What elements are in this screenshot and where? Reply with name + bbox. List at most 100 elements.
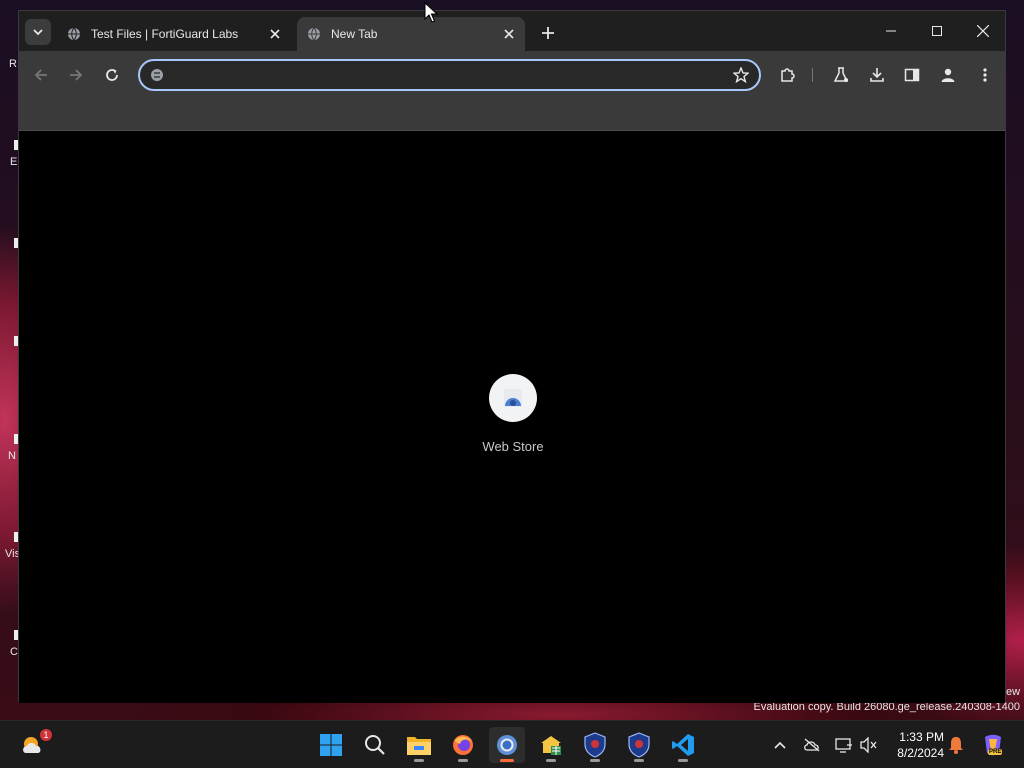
running-indicator [546, 759, 556, 762]
taskbar-shield-app[interactable] [577, 727, 613, 763]
reload-button[interactable] [101, 64, 123, 86]
arrow-left-icon [34, 69, 47, 81]
minimize-button[interactable] [868, 17, 914, 45]
shortcut-web-store[interactable]: Web Store [463, 374, 563, 454]
taskbar-vscode[interactable] [665, 727, 701, 763]
desktop-icon-label[interactable]: R [9, 58, 17, 70]
minimize-icon [886, 30, 896, 32]
copilot-badge: PRE [988, 749, 1003, 755]
tab-new-tab[interactable]: New Tab [297, 17, 525, 51]
downloads-button[interactable] [866, 64, 888, 86]
onedrive-tray-button[interactable] [802, 735, 822, 755]
maximize-icon [932, 26, 942, 36]
close-icon [270, 29, 280, 39]
kebab-menu-icon [983, 68, 987, 82]
running-indicator [634, 759, 644, 762]
weather-widget[interactable]: 1 [16, 727, 52, 763]
globe-icon [307, 27, 321, 44]
cloud-off-icon [804, 738, 820, 752]
tab-fortiguard[interactable]: Test Files | FortiGuard Labs [57, 17, 291, 51]
close-icon [977, 25, 989, 37]
clock-time: 1:33 PM [899, 730, 944, 744]
bell-icon [949, 737, 963, 754]
browser-toolbar [19, 51, 1005, 99]
shield-app-icon-2 [628, 732, 650, 758]
network-tray-button[interactable] [834, 735, 854, 755]
side-panel-button[interactable] [901, 64, 923, 86]
new-tab-page: Web Store [19, 132, 1005, 703]
tab-title: New Tab [331, 27, 378, 41]
toolbar-separator [812, 68, 813, 82]
search-icon [365, 735, 385, 755]
reload-icon [106, 69, 118, 81]
browser-window: Test Files | FortiGuard Labs New Tab Web… [18, 10, 1006, 703]
running-indicator [678, 759, 688, 762]
firefox-icon [453, 735, 473, 755]
system-clock[interactable]: 1:33 PM 8/2/2024 [886, 729, 944, 761]
bookmark-star-icon[interactable] [732, 66, 750, 88]
web-store-icon [504, 389, 522, 407]
close-icon [504, 29, 514, 39]
close-window-button[interactable] [960, 17, 1006, 45]
taskbar-network-app[interactable] [533, 727, 569, 763]
network-app-icon [541, 736, 561, 755]
volume-muted-icon [860, 737, 877, 753]
plus-icon [542, 27, 554, 39]
labs-button[interactable] [830, 64, 852, 86]
arrow-right-icon [70, 69, 83, 81]
side-panel-icon [904, 68, 920, 82]
download-icon [870, 68, 884, 82]
menu-button[interactable] [974, 64, 996, 86]
address-input[interactable] [170, 63, 710, 87]
close-tab-button[interactable] [267, 26, 283, 42]
copilot-button[interactable]: PRE [980, 732, 1006, 758]
search-button[interactable] [357, 727, 393, 763]
forward-button[interactable] [65, 64, 87, 86]
taskbar-firefox[interactable] [445, 727, 481, 763]
shortcut-icon-container [489, 374, 537, 422]
extensions-button[interactable] [776, 64, 798, 86]
maximize-button[interactable] [914, 17, 960, 45]
vscode-icon [672, 734, 694, 756]
chevron-down-icon [33, 29, 43, 36]
running-indicator [590, 759, 600, 762]
back-button[interactable] [30, 64, 52, 86]
chrome-icon [497, 735, 517, 755]
desktop-icon-label[interactable]: E [10, 156, 17, 168]
title-bar: Test Files | FortiGuard Labs New Tab [19, 11, 1005, 51]
bookmarks-bar [19, 99, 1005, 131]
close-tab-button[interactable] [501, 26, 517, 42]
file-explorer-icon [407, 737, 431, 755]
network-icon [835, 738, 852, 753]
new-tab-button[interactable] [537, 22, 559, 44]
notifications-button[interactable] [946, 735, 966, 755]
tab-title: Test Files | FortiGuard Labs [91, 27, 239, 41]
site-info-icon[interactable] [150, 68, 164, 87]
shortcut-label: Web Store [482, 439, 544, 454]
tab-search-button[interactable] [25, 19, 51, 45]
desktop-icon-label[interactable]: N [8, 450, 16, 462]
taskbar-file-explorer[interactable] [401, 727, 437, 763]
active-indicator [500, 759, 514, 762]
mouse-cursor-icon [424, 2, 438, 23]
desktop-icon-label-right[interactable]: ew [1006, 686, 1020, 698]
show-hidden-icons-button[interactable] [770, 735, 790, 755]
profile-icon [941, 68, 955, 82]
address-bar[interactable] [138, 59, 761, 91]
globe-icon [67, 27, 81, 44]
start-button[interactable] [313, 727, 349, 763]
taskbar-shield-app-2[interactable] [621, 727, 657, 763]
weather-badge: 1 [40, 729, 52, 741]
taskbar: 1 1:33 PM 8/2/2024 PRE [0, 720, 1024, 768]
shield-app-icon [584, 732, 606, 758]
taskbar-chrome[interactable] [489, 727, 525, 763]
desktop-icon-label[interactable]: C [10, 646, 18, 658]
clock-date: 8/2/2024 [897, 746, 944, 760]
chevron-up-icon [774, 741, 786, 749]
puzzle-icon [781, 68, 795, 82]
running-indicator [414, 759, 424, 762]
volume-tray-button[interactable] [859, 735, 879, 755]
flask-icon [833, 67, 849, 82]
running-indicator [458, 759, 468, 762]
profile-button[interactable] [937, 64, 959, 86]
